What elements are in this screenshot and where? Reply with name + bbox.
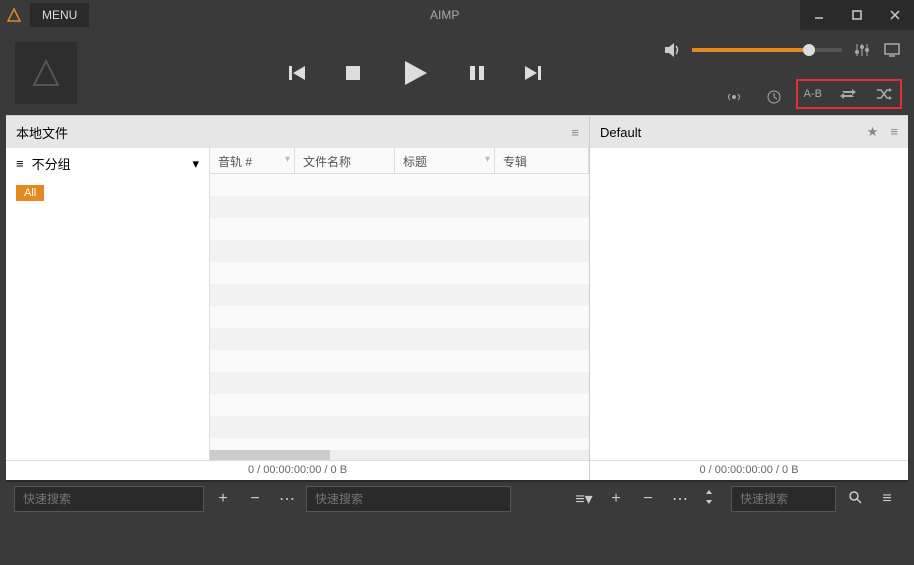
sort-icon[interactable] <box>699 490 725 509</box>
next-button[interactable] <box>523 63 543 83</box>
previous-button[interactable] <box>287 63 307 83</box>
app-logo-small <box>0 1 28 29</box>
close-button[interactable] <box>876 0 914 30</box>
stop-button[interactable] <box>343 63 363 83</box>
column-track[interactable]: 音轨 #▾ <box>210 148 295 173</box>
album-art-placeholder <box>15 42 77 104</box>
playback-modes-highlight: A-B <box>796 79 902 109</box>
all-filter-badge[interactable]: All <box>16 185 44 201</box>
repeat-icon[interactable] <box>838 84 858 104</box>
menu-button[interactable]: MENU <box>30 3 89 27</box>
search-icon[interactable] <box>842 490 868 509</box>
broadcast-icon[interactable] <box>724 87 744 107</box>
add-button-1[interactable]: + <box>210 490 236 508</box>
filter-icon[interactable]: ▾ <box>485 154 490 165</box>
search-input-1[interactable] <box>14 486 204 512</box>
left-panel-title: 本地文件 <box>16 123 571 142</box>
grouping-dropdown-icon[interactable]: ▾ <box>192 156 199 172</box>
right-panel-title: Default <box>600 125 867 140</box>
star-icon[interactable]: ★ <box>867 124 879 140</box>
remove-button-1[interactable]: − <box>242 490 268 508</box>
shuffle-icon[interactable] <box>874 84 894 104</box>
equalizer-icon[interactable] <box>852 40 872 60</box>
minimize-button[interactable] <box>800 0 838 30</box>
column-title[interactable]: 标题▾ <box>395 148 495 173</box>
clock-icon[interactable] <box>764 87 784 107</box>
add-button-2[interactable]: + <box>603 490 629 508</box>
left-status: 0 / 00:00:00:00 / 0 B <box>6 460 589 480</box>
pause-button[interactable] <box>467 63 487 83</box>
ab-repeat-button[interactable]: A-B <box>804 88 822 100</box>
right-status: 0 / 00:00:00:00 / 0 B <box>590 460 908 480</box>
play-button[interactable] <box>399 57 431 89</box>
grid-header: 音轨 #▾ 文件名称 标题▾ 专辑 <box>210 148 589 174</box>
search-input-2[interactable] <box>306 486 511 512</box>
track-grid-body <box>210 174 589 450</box>
more-button-1[interactable]: ⋯ <box>274 489 300 509</box>
search-input-3[interactable] <box>731 486 836 512</box>
maximize-button[interactable] <box>838 0 876 30</box>
grouping-hamburger-icon[interactable]: ≡ <box>16 156 24 171</box>
grouping-label[interactable]: 不分组 <box>32 154 71 173</box>
footer-menu-icon[interactable]: ≡ <box>874 490 900 508</box>
more-button-2[interactable]: ⋯ <box>667 489 693 509</box>
playlist-body <box>590 148 908 460</box>
column-album[interactable]: 专辑 <box>495 148 589 173</box>
app-title: AIMP <box>89 8 800 22</box>
filter-icon[interactable]: ▾ <box>285 154 290 165</box>
monitor-icon[interactable] <box>882 40 902 60</box>
horizontal-scrollbar[interactable] <box>210 450 589 460</box>
right-panel-menu-icon[interactable]: ≡ <box>890 124 898 140</box>
left-panel-menu-icon[interactable]: ≡ <box>571 125 579 140</box>
volume-slider[interactable] <box>692 48 842 52</box>
column-filename[interactable]: 文件名称 <box>295 148 395 173</box>
remove-button-2[interactable]: − <box>635 490 661 508</box>
list-menu-icon[interactable]: ≡▾ <box>571 489 597 509</box>
volume-icon[interactable] <box>662 40 682 60</box>
